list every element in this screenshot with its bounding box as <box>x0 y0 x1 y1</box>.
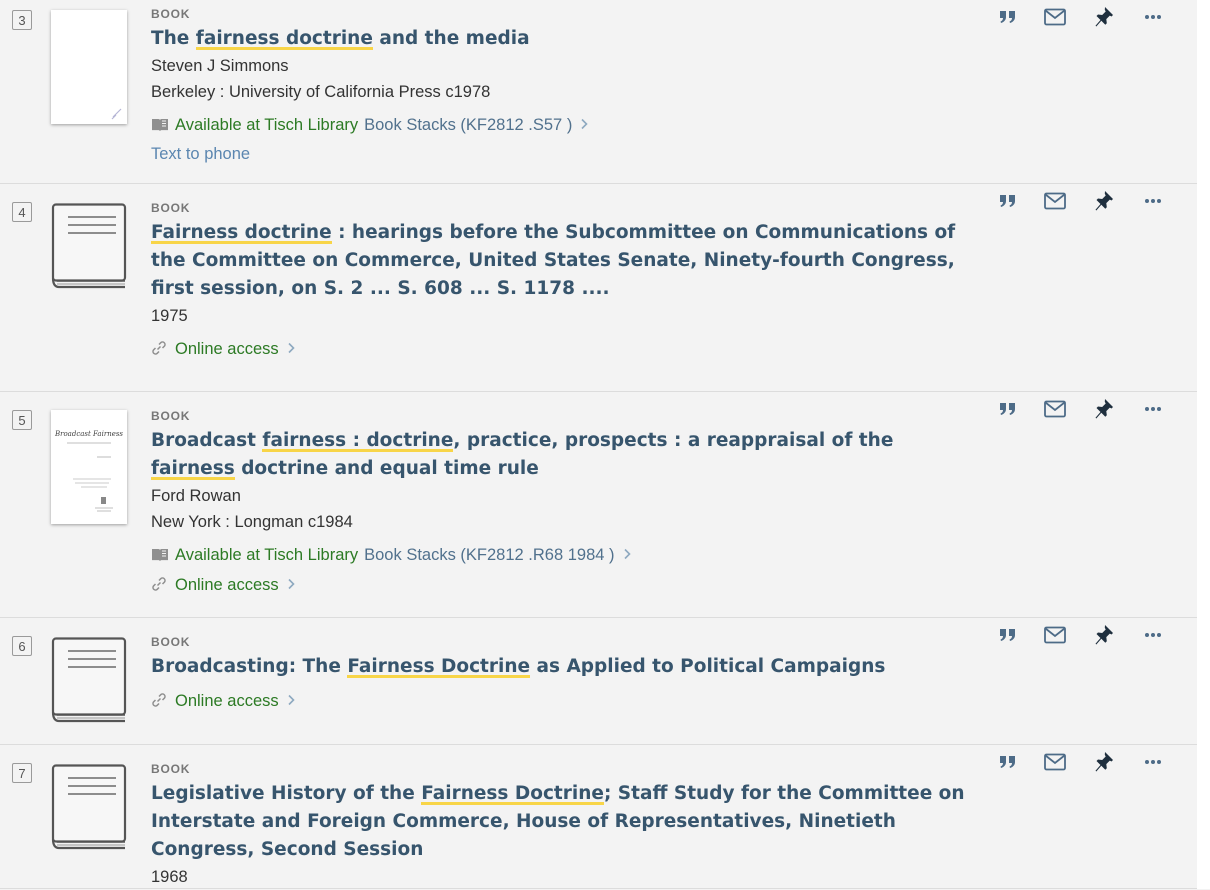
availability-line[interactable]: Online access <box>151 335 971 365</box>
result-item: 3 BOOK The fairness doctrine and the media… <box>0 0 1197 184</box>
cite-icon[interactable] <box>996 6 1020 28</box>
title-text: and the media <box>372 28 530 49</box>
link-icon <box>151 337 169 365</box>
availability-status: Online access <box>175 340 279 358</box>
more-icon[interactable] <box>1141 751 1165 773</box>
title-text: , practice, prospects : a reappraisal of… <box>453 430 894 451</box>
book-placeholder-icon[interactable] <box>51 203 127 294</box>
pin-icon[interactable] <box>1092 190 1116 212</box>
pin-icon[interactable] <box>1092 751 1116 773</box>
email-icon[interactable] <box>1043 398 1067 420</box>
result-title[interactable]: Broadcast fairness : doctrine, practice,… <box>151 427 971 483</box>
result-meta: Steven J Simmons <box>151 57 289 75</box>
resource-type: BOOK <box>151 409 191 423</box>
title-text: Legislative History of the <box>151 783 422 804</box>
result-actions <box>996 624 1171 646</box>
result-actions <box>996 398 1171 420</box>
cite-icon[interactable] <box>996 624 1020 646</box>
availability-location: Book Stacks (KF2812 .R68 1984 ) <box>364 546 615 564</box>
resource-type: BOOK <box>151 201 191 215</box>
book-icon <box>151 543 169 571</box>
pin-icon[interactable] <box>1092 624 1116 646</box>
resource-type: BOOK <box>151 7 191 21</box>
pin-icon[interactable] <box>1092 6 1116 28</box>
title-text: doctrine and equal time rule <box>234 458 539 479</box>
chevron-right-icon <box>623 547 631 564</box>
availability-line[interactable]: Online access <box>151 571 971 601</box>
cite-icon[interactable] <box>996 190 1020 212</box>
title-text: Broadcasting: The <box>151 656 348 677</box>
email-icon[interactable] <box>1043 190 1067 212</box>
result-number: 5 <box>12 410 32 430</box>
result-meta: Berkeley : University of California Pres… <box>151 83 491 101</box>
email-icon[interactable] <box>1043 6 1067 28</box>
result-content: BOOK Legislative History of the Fairness … <box>151 762 971 890</box>
availability-status: Available at Tisch Library <box>175 116 359 134</box>
pin-icon[interactable] <box>1092 398 1116 420</box>
result-number: 7 <box>12 763 32 783</box>
highlighted-term: Fairness Doctrine <box>347 656 531 678</box>
result-title[interactable]: The fairness doctrine and the media <box>151 25 971 53</box>
availability-line[interactable]: Available at Tisch Library Book Stacks (K… <box>151 111 971 141</box>
result-item: 4 BOOK Fairness doctrine : hearings befor… <box>0 184 1197 392</box>
result-meta: 1968 <box>151 868 188 886</box>
link-icon <box>151 573 169 601</box>
title-text: as Applied to Political Campaigns <box>530 656 886 677</box>
book-icon <box>151 113 169 141</box>
result-meta: New York : Longman c1984 <box>151 513 353 531</box>
chevron-right-icon <box>287 693 295 710</box>
result-meta: Ford Rowan <box>151 487 241 505</box>
result-meta: 1975 <box>151 307 188 325</box>
availability-status: Online access <box>175 692 279 710</box>
result-item: 7 BOOK Legislative History of the Fairnes… <box>0 745 1197 889</box>
chevron-right-icon <box>287 341 295 358</box>
result-actions <box>996 6 1171 28</box>
result-content: BOOK Broadcasting: The Fairness Doctrine … <box>151 635 971 717</box>
email-icon[interactable] <box>1043 624 1067 646</box>
highlighted-term: fairness <box>151 458 235 480</box>
book-placeholder-icon[interactable] <box>51 764 127 855</box>
link-icon <box>151 689 169 717</box>
result-actions <box>996 190 1171 212</box>
more-icon[interactable] <box>1141 398 1165 420</box>
more-icon[interactable] <box>1141 6 1165 28</box>
result-content: BOOK Broadcast fairness : doctrine, pract… <box>151 409 971 601</box>
book-placeholder-icon[interactable] <box>51 637 127 728</box>
availability-status: Online access <box>175 576 279 594</box>
highlighted-term: Fairness doctrine <box>151 222 332 244</box>
resource-type: BOOK <box>151 635 191 649</box>
result-title[interactable]: Broadcasting: The Fairness Doctrine as A… <box>151 653 971 681</box>
result-title[interactable]: Legislative History of the Fairness Doct… <box>151 780 971 864</box>
highlighted-term: Fairness Doctrine <box>421 783 604 805</box>
availability-location: Book Stacks (KF2812 .S57 ) <box>364 116 573 134</box>
result-content: BOOK The fairness doctrine and the media S… <box>151 7 971 167</box>
result-number: 6 <box>12 636 32 656</box>
chevron-right-icon <box>287 577 295 594</box>
cite-icon[interactable] <box>996 398 1020 420</box>
highlighted-term: fairness doctrine <box>195 28 373 50</box>
email-icon[interactable] <box>1043 751 1067 773</box>
availability-status: Available at Tisch Library <box>175 546 359 564</box>
result-actions <box>996 751 1171 773</box>
chevron-right-icon <box>580 117 588 134</box>
cover-thumbnail[interactable] <box>51 10 127 124</box>
highlighted-term: fairness : doctrine <box>262 430 454 452</box>
resource-type: BOOK <box>151 762 191 776</box>
more-icon[interactable] <box>1141 624 1165 646</box>
scrollbar-track[interactable] <box>1197 0 1210 889</box>
result-number: 3 <box>12 10 32 30</box>
result-item: 6 BOOK Broadcasting: The Fairness Doctrin… <box>0 618 1197 745</box>
text-to-phone-link[interactable]: Text to phone <box>151 141 971 167</box>
result-item: 5 Broadcast Fairness BOOK Broadcast fairn… <box>0 392 1197 618</box>
cite-icon[interactable] <box>996 751 1020 773</box>
more-icon[interactable] <box>1141 190 1165 212</box>
availability-line[interactable]: Available at Tisch Library Book Stacks (K… <box>151 541 971 571</box>
result-title[interactable]: Fairness doctrine : hearings before the … <box>151 219 971 303</box>
cover-thumbnail[interactable]: Broadcast Fairness <box>51 410 127 524</box>
title-text: Broadcast <box>151 430 263 451</box>
title-text: The <box>151 28 196 49</box>
availability-line[interactable]: Online access <box>151 687 971 717</box>
result-content: BOOK Fairness doctrine : hearings before … <box>151 201 971 365</box>
result-number: 4 <box>12 202 32 222</box>
